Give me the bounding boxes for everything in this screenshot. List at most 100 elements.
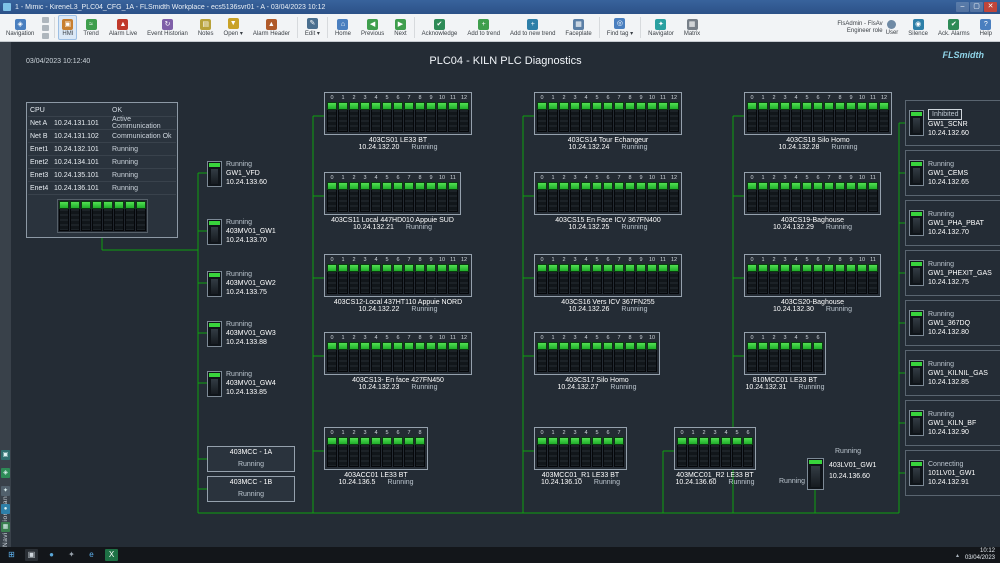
slot-number: 11 (870, 257, 876, 263)
minimize-button[interactable]: – (956, 2, 969, 12)
ribbon-button-faceplate[interactable]: ▦ Faceplate (561, 15, 595, 40)
cpu-row-ip: 10.24.136.101 (54, 184, 99, 192)
close-button[interactable]: ✕ (984, 2, 997, 12)
rack-403cs13[interactable]: 0 1 2 3 4 5 6 7 8 9 10 11 12 403CS13- En face 427FN45… (324, 332, 472, 391)
ribbon-button-label: Find tag ▾ (606, 31, 634, 37)
taskbar-clock[interactable]: 10:12 03/04/2023 (965, 548, 995, 562)
rack-403cs16[interactable]: 0 1 2 3 4 5 6 7 8 9 10 11 12 403CS16 Vers ICV 367FN25… (534, 254, 682, 313)
slot-number: 7 (617, 95, 621, 101)
node-gw1-367dq[interactable]: Running GW1_367DQ 10.24.132.80 (905, 300, 1000, 346)
ribbon-button-trend[interactable]: ≈ Trend (79, 15, 102, 40)
module-body (459, 110, 469, 132)
quick-launch-icon[interactable]: ✦ (1, 486, 10, 496)
quick-launch-icon[interactable]: ◈ (1, 468, 10, 478)
start-icon[interactable]: ⊞ (5, 549, 18, 561)
slot-number: 4 (584, 95, 588, 101)
quick-launch-icon[interactable]: ● (1, 504, 10, 514)
ribbon-button-matrix[interactable]: ▦ Matrix (680, 15, 704, 40)
rack-403acc01[interactable]: 0 1 2 3 4 5 6 7 8 403ACC01 LE33 BT 10.24.136.5 Runn… (324, 427, 428, 486)
ribbon-button-add-to-new-trend[interactable]: + Add to new trend (506, 15, 559, 40)
rack-403cs15[interactable]: 0 1 2 3 4 5 6 7 8 9 10 11 12 403CS15 En Face ICV 367F… (534, 172, 682, 231)
node-gw1-kilnil-gas[interactable]: Running GW1_KILNIL_GAS 10.24.132.85 (905, 350, 1000, 396)
io-module-slot: 2 (559, 335, 569, 372)
node-403mv01-gw4[interactable]: Running 403MV01_GW4 10.24.133.85 (207, 370, 276, 397)
module-led-cap (537, 264, 547, 272)
ribbon-button-acknowledge[interactable]: ✔ Acknowledge (418, 15, 462, 40)
cpu-io-module (102, 201, 113, 231)
rack-sub-line: 10.24.132.25 Running (534, 224, 682, 231)
tray-expand-icon[interactable]: ▴ (956, 552, 959, 559)
internet-explorer-icon[interactable]: e (85, 549, 98, 561)
box-403mcc-1a[interactable]: 403MCC - 1A Running (207, 446, 295, 472)
cpu-status-panel[interactable]: CPU OK Net A 10.24.131.101 Active Communicat… (26, 102, 178, 238)
ribbon-button-edit[interactable]: ✎ Edit ▾ (301, 15, 324, 40)
module-body (537, 272, 547, 294)
rack-403cs11[interactable]: 0 1 2 3 4 5 6 7 8 9 10 11 403CS11 Local 447HD010 App… (324, 172, 461, 231)
rack-403mcc01-r2[interactable]: 0 1 2 3 4 5 6 403MCC01_R2 LE33 BT 10.24.136.60 Ru… (674, 427, 756, 486)
workplace-app-icon[interactable]: ▣ (25, 549, 38, 561)
rack-810mcc01[interactable]: 0 1 2 3 4 5 6 810MCC01 LE33 BT 10.24.132.31 Runni… (744, 332, 826, 391)
node-101lv01-gw1[interactable]: Connecting 101LV01_GW1 10.24.132.91 (905, 450, 1000, 496)
slot-number: 0 (330, 175, 334, 181)
node-gw1-vfd[interactable]: Running GW1_VFD 10.24.133.60 (207, 160, 267, 187)
browser-globe-icon[interactable]: ● (45, 549, 58, 561)
ribbon-button-navigation[interactable]: ◈ Navigation (2, 15, 38, 40)
excel-icon[interactable]: X (105, 549, 118, 561)
rack-403cs18[interactable]: 0 1 2 3 4 5 6 7 8 9 10 11 12 403CS18 Silo Homo 10.24.1… (744, 92, 892, 151)
io-module-slot: 11 (868, 95, 878, 132)
module-led-cap (791, 182, 801, 190)
quick-launch-icon[interactable]: ▦ (1, 522, 10, 532)
mini-tool-icon[interactable] (42, 16, 50, 23)
ribbon-button-home[interactable]: ⌂ Home (331, 15, 355, 40)
rack-403cs20-baghouse[interactable]: 0 1 2 3 4 5 6 7 8 9 10 11 403CS20-Baghouse 10.24.132.… (744, 254, 881, 313)
node-gw1-phexit-gas[interactable]: Running GW1_PHEXIT_GAS 10.24.132.75 (905, 250, 1000, 296)
io-module-slot: 1 (338, 430, 348, 467)
node-403lv01-gw1[interactable]: Running 403LV01_GW1 10.24.136.60 Running (779, 446, 891, 496)
rack-403cs12-local[interactable]: 0 1 2 3 4 5 6 7 8 9 10 11 12 403CS12-Local 437HT110 A… (324, 254, 472, 313)
node-gw1-kiln-bf[interactable]: Running GW1_KILN_BF 10.24.132.90 (905, 400, 1000, 446)
quick-launch-icon[interactable]: ▣ (1, 450, 10, 460)
ribbon-button-hmi[interactable]: ▣ HMI (58, 15, 78, 40)
rack-403cs19-baghouse[interactable]: 0 1 2 3 4 5 6 7 8 9 10 11 403CS19-Baghouse 10.24.132.… (744, 172, 881, 231)
rack-403cs17[interactable]: 0 1 2 3 4 5 6 7 8 9 10 403CS17 Silo Homo 10.24.132.2… (534, 332, 660, 391)
ribbon-button-add-to-trend[interactable]: + Add to trend (463, 15, 504, 40)
rack-403cs14[interactable]: 0 1 2 3 4 5 6 7 8 9 10 11 12 403CS14 Tour Echangeur 10… (534, 92, 682, 151)
rack-403cs01[interactable]: 0 1 2 3 4 5 6 7 8 9 10 11 12 403CS01 LE33 BT 10.24.132… (324, 92, 472, 151)
node-403mv01-gw3[interactable]: Running 403MV01_GW3 10.24.133.88 (207, 320, 276, 347)
module-led-cap (349, 182, 359, 190)
node-name: 403LV01_GW1 (829, 462, 877, 469)
node-403mv01-gw2[interactable]: Running 403MV01_GW2 10.24.133.75 (207, 270, 276, 297)
module-led-cap (124, 201, 135, 209)
ribbon-button-help[interactable]: ? Help (976, 17, 996, 39)
maximize-button[interactable]: ▢ (970, 2, 983, 12)
trend-icon: ≈ (85, 18, 97, 30)
ribbon-button-event-historian[interactable]: ↻ Event Historian (143, 15, 192, 40)
node-ip: 10.24.133.60 (226, 179, 267, 186)
node-gw1-scnr[interactable]: Inhibited GW1_SCNR 10.24.132.60 (905, 100, 1000, 146)
slot-number: 4 (374, 175, 378, 181)
ribbon-button-next[interactable]: ▶ Next (390, 15, 410, 40)
slot-number: 1 (341, 95, 345, 101)
rack-403mcc01-r1[interactable]: 0 1 2 3 4 5 6 7 403MCC01_R1 LE33 BT 10.24.136.10 R… (534, 427, 627, 486)
ribbon-button-find-tag[interactable]: ◎ Find tag ▾ (603, 15, 637, 40)
module-body (382, 445, 392, 467)
mini-tool-icon[interactable] (42, 24, 50, 31)
node-403mv01-gw1[interactable]: Running 403MV01_GW1 10.24.133.70 (207, 218, 276, 245)
slot-number: 11 (450, 95, 456, 101)
ribbon-button-silence[interactable]: ◉ Silence (904, 17, 932, 39)
ribbon-button-navigator[interactable]: ✦ Navigator (644, 15, 678, 40)
ribbon-button-open[interactable]: ▼ Open ▾ (220, 15, 247, 40)
ribbon-button-alarm-header[interactable]: ▲ Alarm Header (249, 15, 294, 40)
node-gw1-cems[interactable]: Running GW1_CEMS 10.24.132.65 (905, 150, 1000, 196)
module-led-cap (437, 264, 447, 272)
mini-tool-icon[interactable] (42, 32, 50, 39)
ribbon-button-ack-alarms[interactable]: ✔ Ack. Alarms (934, 17, 974, 39)
slot-number: 11 (660, 257, 666, 263)
ribbon-button-previous[interactable]: ◀ Previous (357, 15, 388, 40)
box-403mcc-1b[interactable]: 403MCC - 1B Running (207, 476, 295, 502)
ribbon-button-alarm-live[interactable]: ▲ Alarm Live (105, 15, 141, 40)
tools-icon[interactable]: ✦ (65, 549, 78, 561)
ribbon-button-notes[interactable]: ▤ Notes (194, 15, 218, 40)
io-module-slot: 2 (699, 430, 709, 467)
node-gw1-pha-pbat[interactable]: Running GW1_PHA_PBAT 10.24.132.70 (905, 200, 1000, 246)
